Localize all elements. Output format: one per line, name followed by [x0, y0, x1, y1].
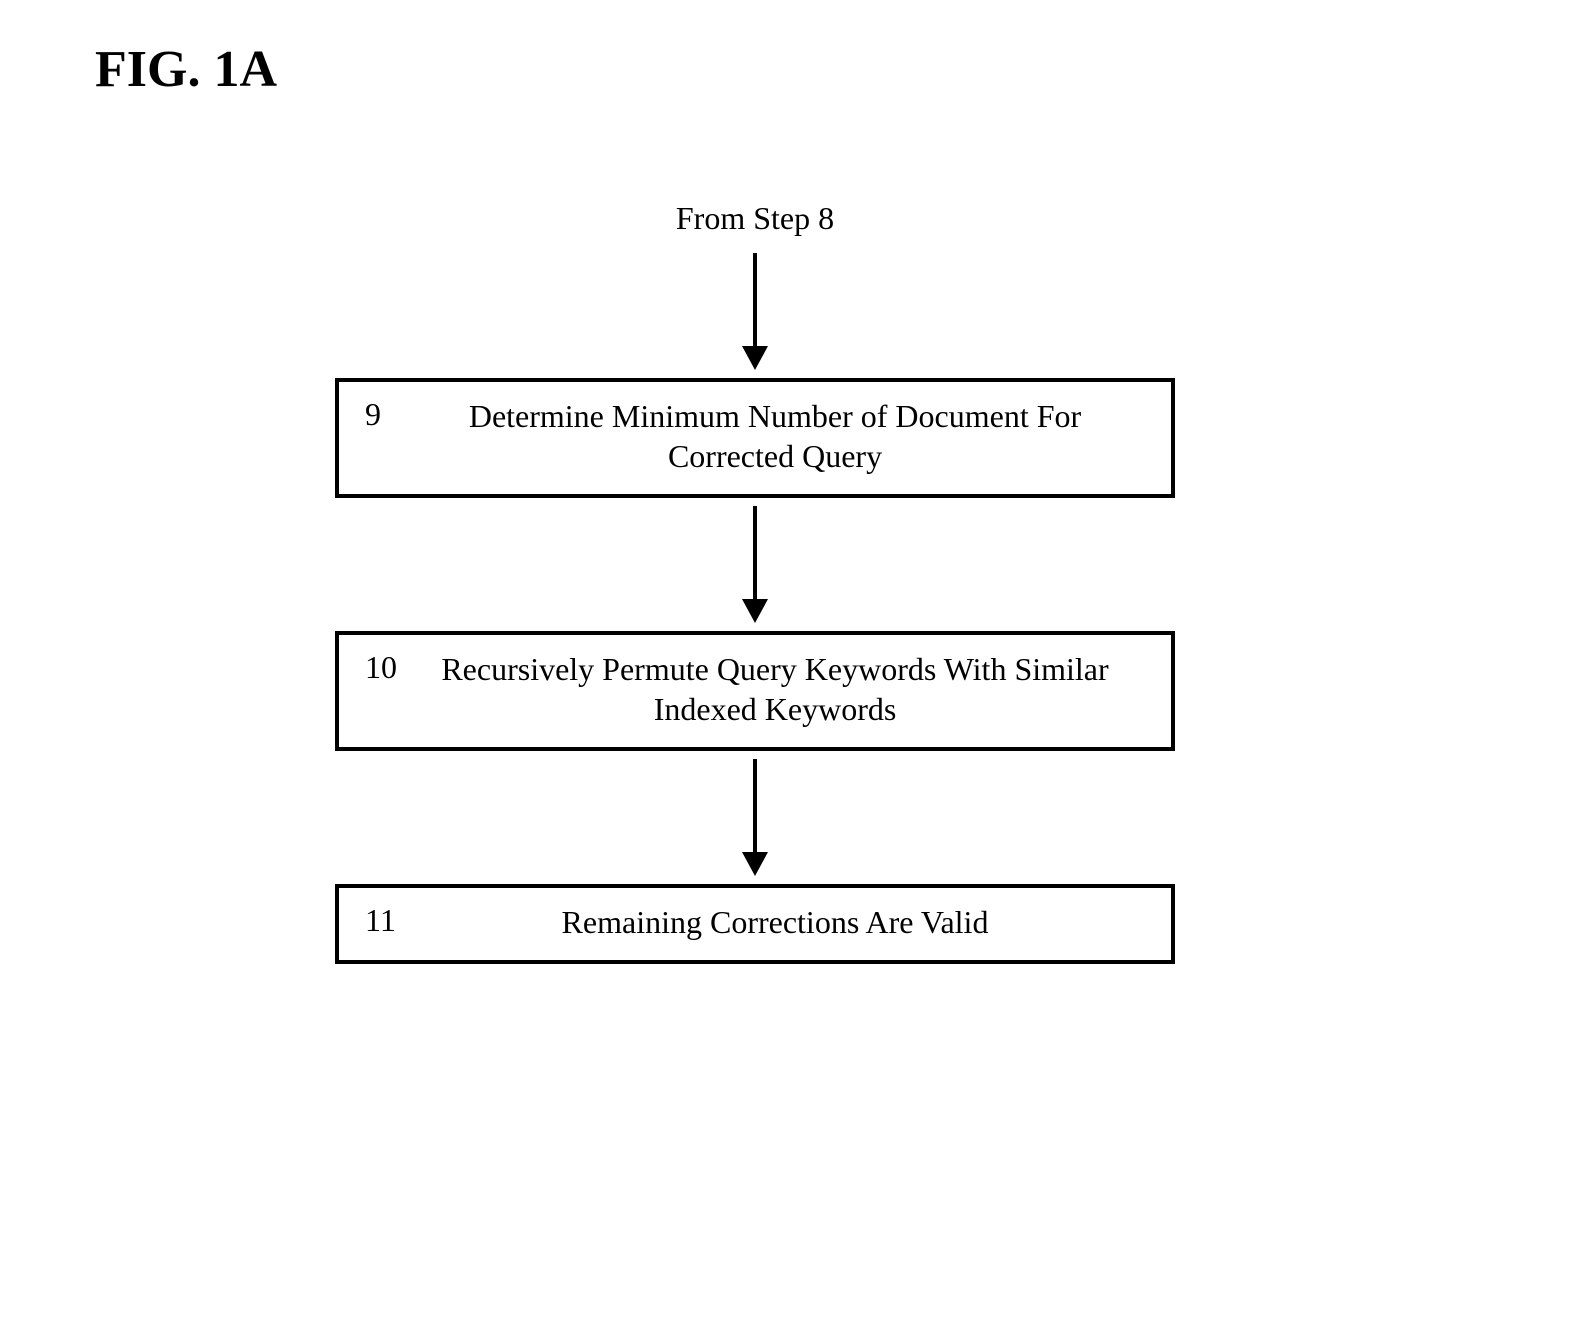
step-number: 9: [359, 396, 419, 433]
step-text: Recursively Permute Query Keywords With …: [419, 649, 1151, 729]
step-text: Remaining Corrections Are Valid: [419, 902, 1151, 942]
flow-step-9: 9 Determine Minimum Number of Document F…: [335, 378, 1175, 498]
step-number: 10: [359, 649, 419, 686]
flowchart-diagram: From Step 8 9 Determine Minimum Number o…: [335, 200, 1175, 964]
arrow-icon: [742, 759, 768, 876]
flow-step-10: 10 Recursively Permute Query Keywords Wi…: [335, 631, 1175, 751]
step-number: 11: [359, 902, 419, 939]
flow-step-11: 11 Remaining Corrections Are Valid: [335, 884, 1175, 964]
arrow-icon: [742, 506, 768, 623]
entry-label: From Step 8: [676, 200, 834, 237]
arrow-icon: [742, 253, 768, 370]
step-text: Determine Minimum Number of Document For…: [419, 396, 1151, 476]
figure-title: FIG. 1A: [95, 40, 277, 99]
